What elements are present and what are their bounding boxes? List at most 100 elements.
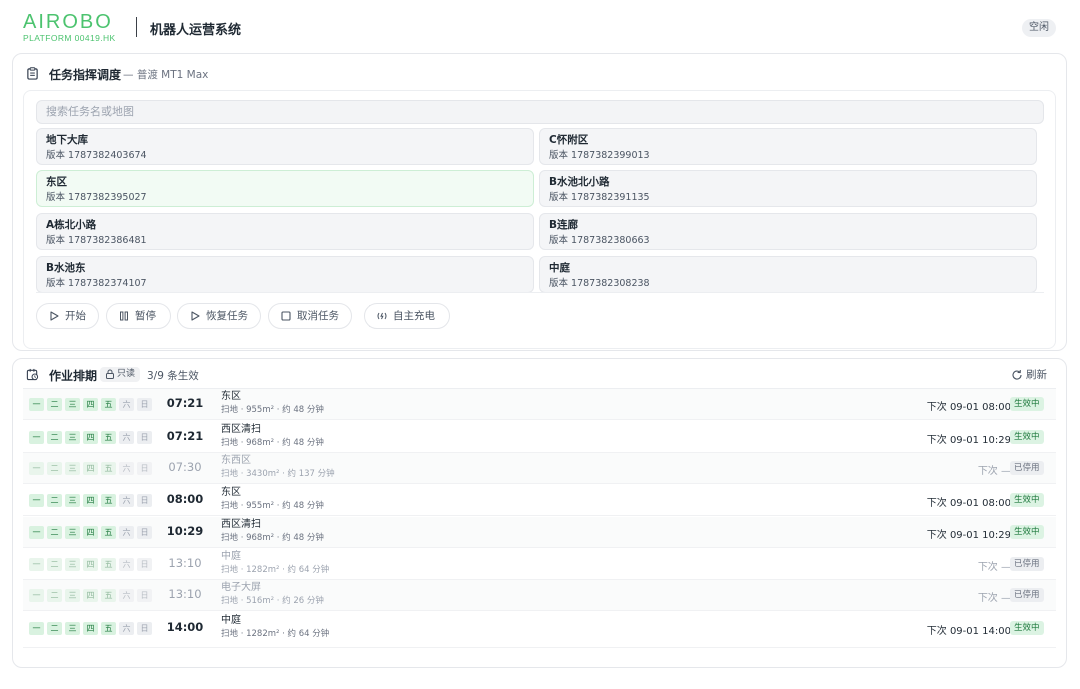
airobo-logo: AIROBO PLATFORM 00419.HK [23,12,123,43]
schedule-time: 13:10 [168,587,202,601]
start-label: 开始 [65,310,86,322]
task-meta: 扫地 · 955m² · 约 48 分钟 [221,501,324,511]
weekday-chip: 二 [47,526,62,539]
task-name: 西区清扫 [221,519,261,530]
map-version: 版本 1787382399013 [549,150,650,161]
weekday-selector: 一二三四五六日 [29,622,152,635]
refresh-icon [1012,369,1022,380]
dispatch-body: 搜索任务名或地图 地下大库 版本 1787382403674 C怀附区 版本 1… [23,90,1056,349]
status-badge: 生效中 [1010,621,1044,635]
refresh-button[interactable]: 刷新 [1011,367,1047,383]
task-name: 东区 [221,391,241,402]
next-run: 下次 — [977,562,1011,573]
calendar-clock-icon [26,368,39,381]
map-card-b-pool-east[interactable]: B水池东 版本 1787382374107 [36,256,534,293]
logo-sub-text: PLATFORM 00419.HK [23,33,116,43]
dispatch-title: 任务指挥调度 [49,68,122,82]
weekday-chip: 四 [83,398,98,411]
status-badge: 生效中 [1010,493,1044,507]
charging-icon [377,312,387,320]
status-badge: 生效中 [1010,525,1044,539]
schedule-row: 一二三四五六日 10:29 西区清扫 扫地 · 968m² · 约 48 分钟 下次 0… [23,517,1056,548]
map-card-b-corridor[interactable]: B连廊 版本 1787382380663 [539,213,1037,250]
weekday-chip: 日 [137,589,152,602]
weekday-chip: 日 [137,431,152,444]
weekday-chip: 三 [65,431,80,444]
pause-label: 暂停 [135,310,156,322]
task-meta: 扫地 · 1282m² · 约 64 分钟 [221,629,330,639]
weekday-chip: 四 [83,622,98,635]
cancel-task-button[interactable]: 取消任务 [268,303,352,329]
header-divider [136,17,137,37]
weekday-chip: 六 [119,431,134,444]
map-version: 版本 1787382374107 [46,278,147,289]
resume-task-button[interactable]: 恢复任务 [177,303,261,329]
weekday-chip: 一 [29,462,44,475]
weekday-chip: 四 [83,589,98,602]
weekday-selector: 一二三四五六日 [29,431,152,444]
map-card-atrium[interactable]: 中庭 版本 1787382308238 [539,256,1037,293]
weekday-chip: 六 [119,494,134,507]
weekday-chip: 六 [119,558,134,571]
map-card-a-north[interactable]: A栋北小路 版本 1787382386481 [36,213,534,250]
search-input[interactable]: 搜索任务名或地图 [36,100,1044,124]
schedule-time: 08:00 [166,492,204,506]
start-button[interactable]: 开始 [36,303,99,329]
schedule-row: 一二三四五六日 07:30 东西区 扫地 · 3430m² · 约 137 分钟 下次 … [23,453,1056,484]
schedule-time: 13:10 [168,556,202,570]
schedule-row: 一二三四五六日 07:21 西区清扫 扫地 · 968m² · 约 48 分钟 下次 0… [23,422,1056,453]
task-name: 中庭 [221,551,241,562]
map-name: B水池东 [46,262,86,274]
schedule-time: 07:21 [166,396,204,410]
robot-status-badge: 空闲 [1022,19,1056,37]
auto-charge-button[interactable]: 自主充电 [364,303,450,329]
next-run: 下次 09-01 10:29 [926,530,1011,541]
refresh-label: 刷新 [1026,369,1047,381]
next-run: 下次 — [977,593,1011,604]
next-run: 下次 09-01 08:00 [926,498,1011,509]
task-meta: 扫地 · 1282m² · 约 64 分钟 [221,565,330,575]
weekday-chip: 三 [65,398,80,411]
weekday-chip: 三 [65,494,80,507]
task-name: 东区 [221,487,241,498]
schedule-title: 作业排期 [49,369,98,383]
clipboard-icon [27,67,38,80]
schedule-row: 一二三四五六日 08:00 东区 扫地 · 955m² · 约 48 分钟 下次 09-… [23,485,1056,516]
map-card-c-area[interactable]: C怀附区 版本 1787382399013 [539,128,1037,165]
map-card-b-pool-north[interactable]: B水池北小路 版本 1787382391135 [539,170,1037,207]
readonly-badge: 只读 [100,367,141,382]
lock-icon [106,369,114,379]
map-card-east-selected[interactable]: 东区 版本 1787382395027 [36,170,534,207]
map-version: 版本 1787382308238 [549,278,650,289]
weekday-chip: 四 [83,558,98,571]
weekday-chip: 一 [29,526,44,539]
schedule-panel: 作业排期 只读 3/9 条生效 刷新 一二三四五六日 07:21 东区 扫地 · 95… [12,358,1067,668]
task-dispatch-panel: 任务指挥调度 — 普渡 MT1 Max 搜索任务名或地图 地下大库 版本 178… [12,53,1067,351]
weekday-chip: 日 [137,558,152,571]
stop-square-icon [281,311,291,321]
weekday-chip: 五 [101,398,116,411]
weekday-chip: 日 [137,398,152,411]
next-run: 下次 09-01 10:29 [926,435,1011,446]
schedule-time: 10:29 [166,524,204,538]
schedule-list: 一二三四五六日 07:21 东区 扫地 · 955m² · 约 48 分钟 下次 09-… [23,388,1056,659]
map-version: 版本 1787382391135 [549,192,650,203]
weekday-chip: 五 [101,622,116,635]
weekday-chip: 一 [29,589,44,602]
play-icon [50,311,59,321]
weekday-chip: 五 [101,431,116,444]
weekday-selector: 一二三四五六日 [29,589,152,602]
weekday-selector: 一二三四五六日 [29,462,152,475]
weekday-chip: 六 [119,398,134,411]
weekday-chip: 三 [65,462,80,475]
weekday-chip: 二 [47,431,62,444]
weekday-chip: 四 [83,462,98,475]
weekday-chip: 二 [47,462,62,475]
task-meta: 扫地 · 968m² · 约 48 分钟 [221,533,324,543]
pause-button[interactable]: 暂停 [106,303,171,329]
divider [36,292,1044,293]
pause-icon [120,311,128,321]
map-name: 中庭 [549,262,570,274]
schedule-row: 一二三四五六日 07:21 东区 扫地 · 955m² · 约 48 分钟 下次 09-… [23,389,1056,420]
map-card-basement[interactable]: 地下大库 版本 1787382403674 [36,128,534,165]
